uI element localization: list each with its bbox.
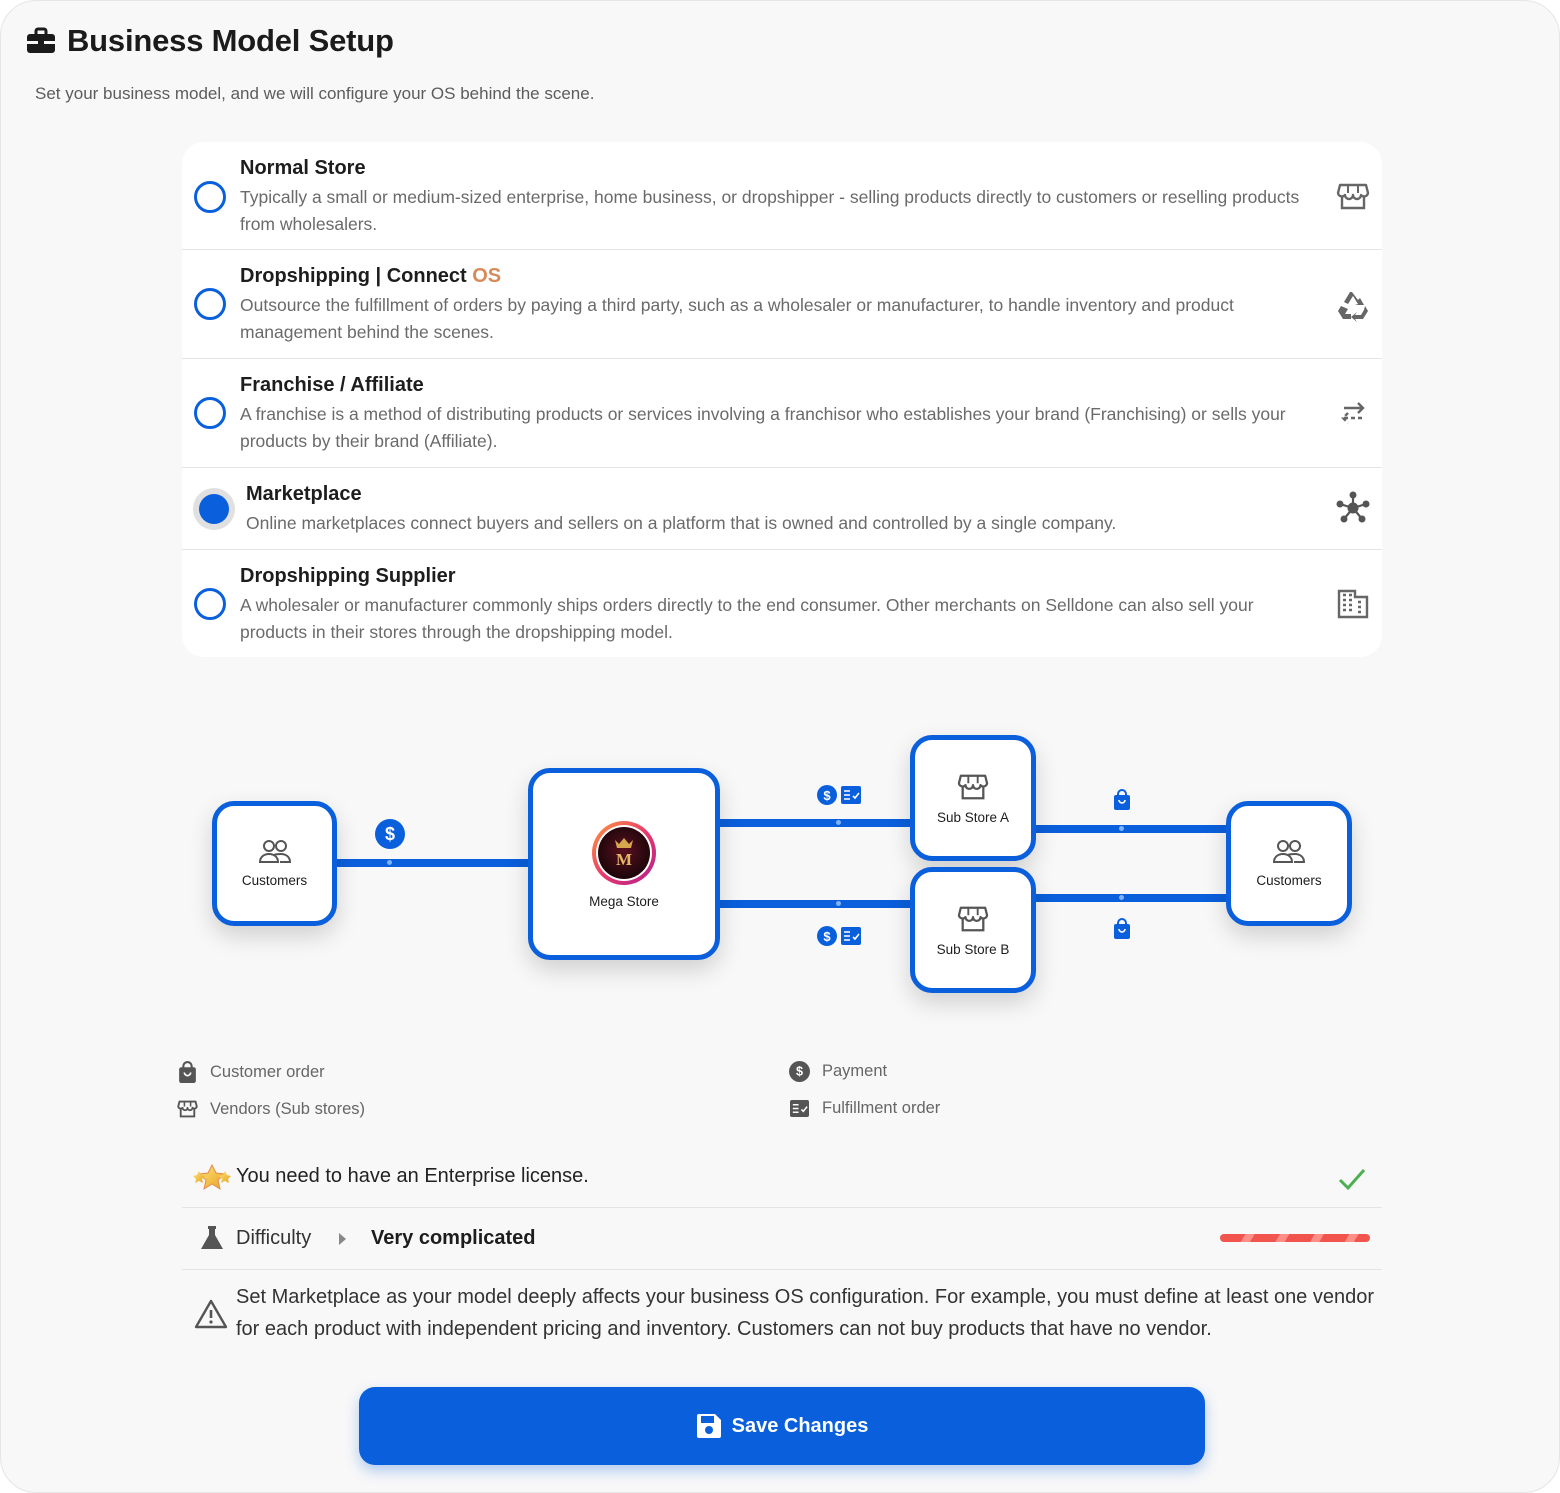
mega-store-logo: M [592,820,656,885]
storefront-icon [177,1100,198,1118]
option-normal-store[interactable]: Normal Store Typically a small or medium… [182,142,1382,250]
svg-text:$: $ [823,788,831,803]
save-button-label: Save Changes [731,1414,869,1437]
node-label: Sub Store A [936,809,1010,825]
building-icon [1337,589,1369,619]
dollar-icon: $ [789,1061,810,1082]
warning-row: Set Marketplace as your model deeply aff… [182,1281,1382,1351]
flow-dot [836,901,841,906]
option-dropshipping-supplier[interactable]: Dropshipping Supplier A wholesaler or ma… [182,550,1382,657]
option-title: Normal Store [240,157,366,179]
difficulty-row: Difficulty Very complicated [182,1209,1382,1270]
option-description: Typically a small or medium-sized enterp… [240,187,1300,234]
svg-text:$: $ [385,824,395,844]
difficulty-bar [1220,1234,1370,1242]
radio-normal-store[interactable] [194,181,226,213]
node-label: Customers [1256,873,1322,888]
svg-text:M: M [616,850,632,869]
license-text: You need to have an Enterprise license. [236,1165,589,1187]
option-title: Marketplace [246,483,362,505]
shopping-bag-icon [1114,918,1130,939]
business-model-options: Normal Store Typically a small or medium… [182,142,1382,657]
radio-franchise-affiliate[interactable] [194,397,226,429]
legend-payment: $ Payment [789,1061,887,1082]
option-title: Dropshipping Supplier [240,565,456,587]
option-description: Online marketplaces connect buyers and s… [246,513,1117,533]
sub-store-a-node: Sub Store A [910,735,1036,861]
option-dropshipping-connect[interactable]: Dropshipping | Connect OS Outsource the … [182,250,1382,359]
save-button[interactable]: Save Changes [359,1387,1205,1465]
swap-arrows-icon [1341,402,1365,424]
people-icon [1272,840,1306,863]
hub-icon [1336,491,1370,523]
os-suffix: OS [472,265,502,287]
difficulty-value: Very complicated [371,1227,536,1249]
legend-label: Vendors (Sub stores) [210,1099,365,1118]
page-subtitle: Set your business model, and we will con… [35,84,595,103]
caret-right-icon [339,1233,346,1245]
link-mega-subb [713,900,917,908]
option-description: A franchise is a method of distributing … [240,404,1286,451]
option-marketplace[interactable]: Marketplace Online marketplaces connect … [182,468,1382,550]
option-title-text: Dropshipping | Connect [240,265,473,287]
storefront-icon [957,906,989,931]
business-model-page: Business Model Setup Set your business m… [0,0,1560,1493]
flow-dot [1119,895,1124,900]
customers-node-right: Customers [1226,801,1352,926]
node-label: Mega Store [589,893,659,909]
storefront-icon [1336,183,1370,210]
legend-label: Customer order [210,1063,325,1081]
flow-dot [1119,826,1124,831]
radio-dropshipping-supplier[interactable] [194,588,226,620]
link-mega-suba [713,819,917,827]
radio-marketplace[interactable] [193,488,235,530]
shopping-bag-icon [1114,789,1130,810]
check-icon [1338,1169,1366,1191]
payment-badge-icon: $ [375,819,405,849]
people-icon [258,840,291,863]
node-label: Customers [241,873,308,888]
radio-dropshipping-connect[interactable] [194,288,226,320]
option-franchise-affiliate[interactable]: Franchise / Affiliate A franchise is a m… [182,359,1382,468]
warning-text: Set Marketplace as your model deeply aff… [236,1286,1375,1340]
link-suba-customers [1029,825,1234,833]
legend-label: Payment [822,1062,888,1080]
page-header: Business Model Setup [25,23,394,59]
shopping-bag-icon [179,1061,196,1083]
legend-fulfillment-order: Fulfillment order [789,1099,940,1118]
option-description: Outsource the fulfillment of orders by p… [240,295,1234,342]
svg-text:$: $ [796,1065,803,1079]
flow-dot [836,820,841,825]
sub-store-b-node: Sub Store B [910,867,1036,993]
warning-icon [194,1299,228,1329]
option-title: Dropshipping | Connect OS [240,265,501,288]
customers-node-left: Customers [212,801,337,926]
payment-fulfillment-badge-icon: $ [817,926,861,946]
link-subb-customers [1029,894,1234,902]
payment-fulfillment-badge-icon: $ [817,785,861,805]
briefcase-icon [27,27,55,53]
enterprise-badge-icon [193,1163,231,1191]
option-description: A wholesaler or manufacturer commonly sh… [240,595,1254,642]
page-title: Business Model Setup [67,23,394,58]
svg-text:$: $ [823,929,831,944]
checklist-icon [790,1099,809,1118]
marketplace-diagram: $ $ $ Customers M Mega Store Sub Store A… [1,701,1559,1031]
legend-label: Fulfillment order [822,1099,941,1117]
storefront-icon [957,774,989,799]
link-customers-mega [331,859,536,867]
floppy-disk-icon [696,1414,721,1438]
recycle-icon [1338,292,1368,322]
flask-icon [201,1226,223,1249]
mega-store-node: M Mega Store [528,768,720,960]
difficulty-label: Difficulty [236,1227,312,1249]
license-row: You need to have an Enterprise license. [182,1151,1382,1208]
legend-customer-order: Customer order [177,1061,325,1084]
legend-vendors: Vendors (Sub stores) [177,1099,365,1119]
node-label: Sub Store B [936,941,1010,957]
flow-dot [387,860,392,865]
option-title: Franchise / Affiliate [240,374,424,396]
